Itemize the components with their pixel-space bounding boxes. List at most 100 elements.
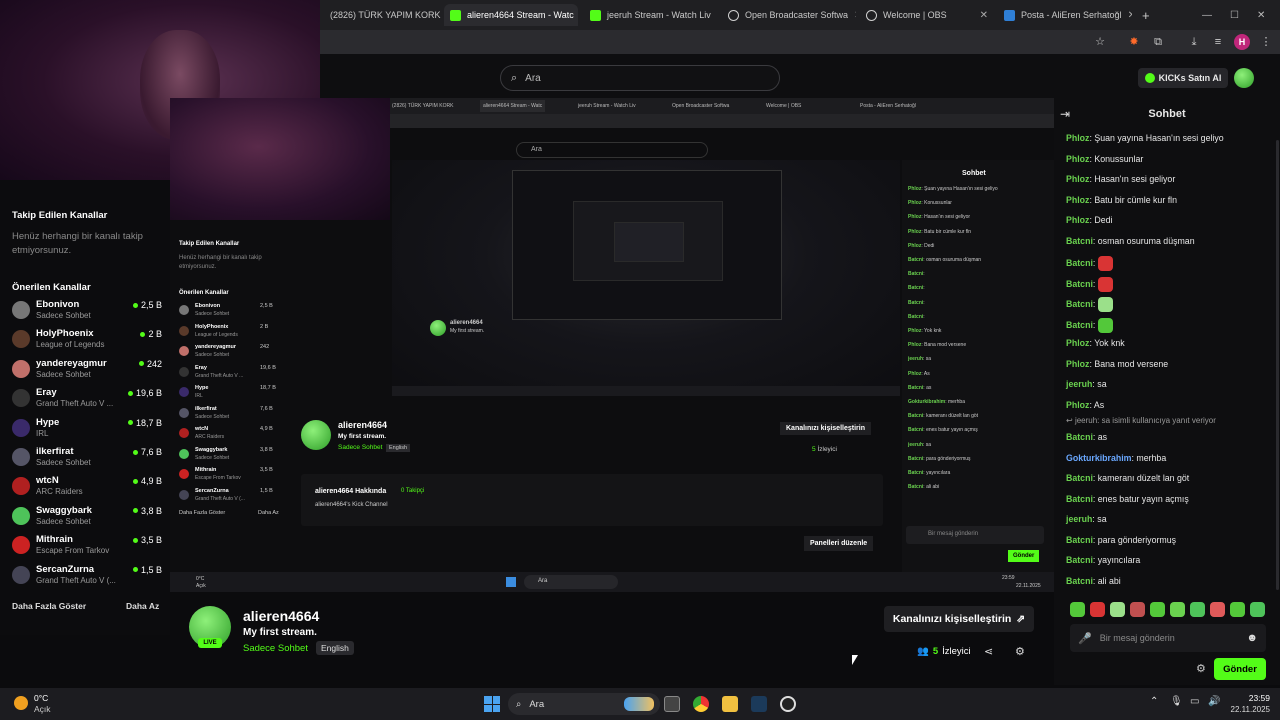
menu-icon[interactable]: ⋮: [1258, 34, 1274, 50]
close-window-icon[interactable]: ✕: [1257, 10, 1265, 21]
chat-username[interactable]: jeeruh: [1066, 514, 1092, 524]
channel-item[interactable]: wtcN ARC Raiders 4,9 B: [12, 474, 162, 500]
chat-message[interactable]: jeeruh: sa: [1066, 379, 1107, 389]
chat-username[interactable]: Batcni: [1066, 278, 1093, 288]
share-icon[interactable]: ⋖: [984, 645, 993, 658]
chat-username[interactable]: Phloz: [1066, 359, 1089, 369]
chat-username[interactable]: Phloz: [1066, 174, 1089, 184]
taskbar-search[interactable]: ⌕ Ara: [508, 693, 660, 715]
microphone-icon[interactable]: 🎤: [1078, 632, 1092, 645]
emote-picker-icon[interactable]: [1150, 602, 1165, 617]
tab-jeeruh-stream[interactable]: jeeruh Stream - Watch Liv ✕: [584, 4, 718, 26]
chat-message[interactable]: Phloz: As: [1066, 400, 1104, 410]
close-icon[interactable]: ✕: [717, 10, 718, 21]
chat-message[interactable]: Phloz: Şuan yayına Hasan'ın sesi geliyo: [1066, 133, 1224, 143]
close-icon[interactable]: ✕: [1128, 10, 1132, 21]
chat-settings-icon[interactable]: ⚙: [1196, 662, 1206, 675]
chat-username[interactable]: Batcni: [1066, 535, 1093, 545]
tab-obs-software[interactable]: Open Broadcaster Softwa ✕: [722, 4, 856, 26]
show-more-link[interactable]: Daha Fazla Göster: [12, 601, 86, 611]
channel-item[interactable]: yandereyagmur Sadece Sohbet 242: [12, 357, 162, 383]
chat-username[interactable]: Phloz: [1066, 400, 1089, 410]
chrome-icon[interactable]: [693, 696, 709, 712]
chat-message[interactable]: Phloz: Bana mod versene: [1066, 359, 1168, 369]
chat-username[interactable]: Batcni: [1066, 319, 1093, 329]
tab-welcome-obs[interactable]: Welcome | OBS ✕: [860, 4, 994, 26]
emote-picker-icon[interactable]: [1170, 602, 1185, 617]
chat-username[interactable]: Batcni: [1066, 236, 1093, 246]
tab-alieren-stream[interactable]: alieren4664 Stream - Watc ✕: [444, 4, 578, 26]
user-avatar[interactable]: [1234, 68, 1254, 88]
emote-picker-icon[interactable]: [1070, 602, 1085, 617]
emote-picker-icon[interactable]: [1110, 602, 1125, 617]
volume-icon[interactable]: 🔊: [1208, 696, 1220, 707]
maximize-icon[interactable]: ☐: [1230, 10, 1239, 21]
chat-username[interactable]: Batcni: [1066, 473, 1093, 483]
channel-item[interactable]: SercanZurna Grand Theft Auto V (... 1,5 B: [12, 563, 162, 589]
windows-start-icon[interactable]: [484, 696, 500, 712]
chat-message[interactable]: Batcni:: [1066, 297, 1113, 312]
search-input[interactable]: ⌕ Ara: [500, 65, 780, 91]
emote-picker-icon[interactable]: [1210, 602, 1225, 617]
chat-message[interactable]: Batcni: para gönderiyormuş: [1066, 535, 1176, 545]
chat-message[interactable]: jeeruh: sa: [1066, 514, 1107, 524]
kicks-buy-button[interactable]: KICKs Satın Al: [1138, 68, 1228, 88]
chat-input[interactable]: 🎤 Bir mesaj gönderin ☻: [1070, 624, 1266, 652]
emote-picker-icon[interactable]: [1250, 602, 1265, 617]
chat-username[interactable]: jeeruh: [1066, 379, 1092, 389]
emote-picker-icon[interactable]: [1230, 602, 1245, 617]
extensions-puzzle-icon[interactable]: ⧉: [1150, 34, 1166, 50]
steam-icon[interactable]: [751, 696, 767, 712]
chat-message[interactable]: Batcni:: [1066, 256, 1113, 271]
chat-message[interactable]: Batcni: osman osuruma düşman: [1066, 236, 1195, 246]
chat-message[interactable]: Phloz: Batu bir cümle kur fln: [1066, 195, 1177, 205]
obs-icon[interactable]: [780, 696, 796, 712]
tab-mail[interactable]: Posta - AliEren Serhatoğl ✕: [998, 4, 1132, 26]
chat-message[interactable]: Batcni: kameranı düzelt lan göt: [1066, 473, 1189, 483]
chat-message[interactable]: Batcni: yayıncılara: [1066, 555, 1140, 565]
profile-avatar[interactable]: H: [1234, 34, 1250, 50]
weather-icon[interactable]: [14, 696, 28, 710]
chat-message[interactable]: Batcni: ali abi: [1066, 576, 1121, 586]
emote-picker-icon[interactable]: [1190, 602, 1205, 617]
minimize-icon[interactable]: —: [1202, 10, 1212, 21]
chat-username[interactable]: Batcni: [1066, 494, 1093, 504]
channel-item[interactable]: Mithrain Escape From Tarkov 3,5 B: [12, 533, 162, 559]
chat-message[interactable]: Gokturkibrahim: merhba: [1066, 453, 1166, 463]
tray-arrow-icon[interactable]: ⌃: [1150, 696, 1158, 707]
chat-message[interactable]: Batcni:: [1066, 317, 1113, 333]
chat-message[interactable]: Phloz: Dedi: [1066, 215, 1112, 225]
channel-item[interactable]: Ebonivon Sadece Sohbet 2,5 B: [12, 298, 162, 324]
microphone-tray-icon[interactable]: 🎙: [1170, 696, 1183, 707]
network-icon[interactable]: ▭: [1190, 696, 1199, 707]
channel-item[interactable]: Hype IRL 18,7 B: [12, 416, 162, 442]
chat-username[interactable]: Batcni: [1066, 576, 1093, 586]
clock-time[interactable]: 23:59: [1226, 693, 1270, 703]
chat-username[interactable]: Phloz: [1066, 338, 1089, 348]
chat-username[interactable]: Phloz: [1066, 215, 1089, 225]
download-icon[interactable]: ⤓: [1186, 34, 1202, 50]
task-view-icon[interactable]: [664, 696, 680, 712]
emote-picker-icon[interactable]: [1090, 602, 1105, 617]
close-icon[interactable]: ✕: [980, 10, 988, 21]
show-less-link[interactable]: Daha Az: [126, 601, 159, 611]
tab-turk-yapim[interactable]: (2826) TÜRK YAPIM KORK ✕: [324, 4, 442, 26]
bookmark-star-icon[interactable]: ☆: [1092, 34, 1108, 50]
chat-username[interactable]: Batcni: [1066, 299, 1093, 309]
chat-username[interactable]: Phloz: [1066, 154, 1089, 164]
emoji-icon[interactable]: ☻: [1246, 632, 1258, 644]
extension-icon[interactable]: ✸: [1126, 34, 1142, 50]
file-explorer-icon[interactable]: [722, 696, 738, 712]
new-tab-button[interactable]: +: [1136, 4, 1154, 26]
streamer-name[interactable]: alieren4664: [243, 608, 319, 624]
chat-scrollbar[interactable]: [1276, 140, 1279, 590]
emote-picker-icon[interactable]: [1130, 602, 1145, 617]
chat-username[interactable]: Batcni: [1066, 555, 1093, 565]
chat-message[interactable]: Phloz: Konussunlar: [1066, 154, 1143, 164]
chat-message[interactable]: Batcni: as: [1066, 432, 1107, 442]
channel-item[interactable]: HolyPhoenix League of Legends 2 B: [12, 327, 162, 353]
chat-username[interactable]: Batcni: [1066, 258, 1093, 268]
send-button[interactable]: Gönder: [1214, 658, 1266, 680]
chat-message[interactable]: Phloz: Hasan'ın sesi geliyor: [1066, 174, 1175, 184]
chat-message[interactable]: Batcni: enes batur yayın açmış: [1066, 494, 1189, 504]
